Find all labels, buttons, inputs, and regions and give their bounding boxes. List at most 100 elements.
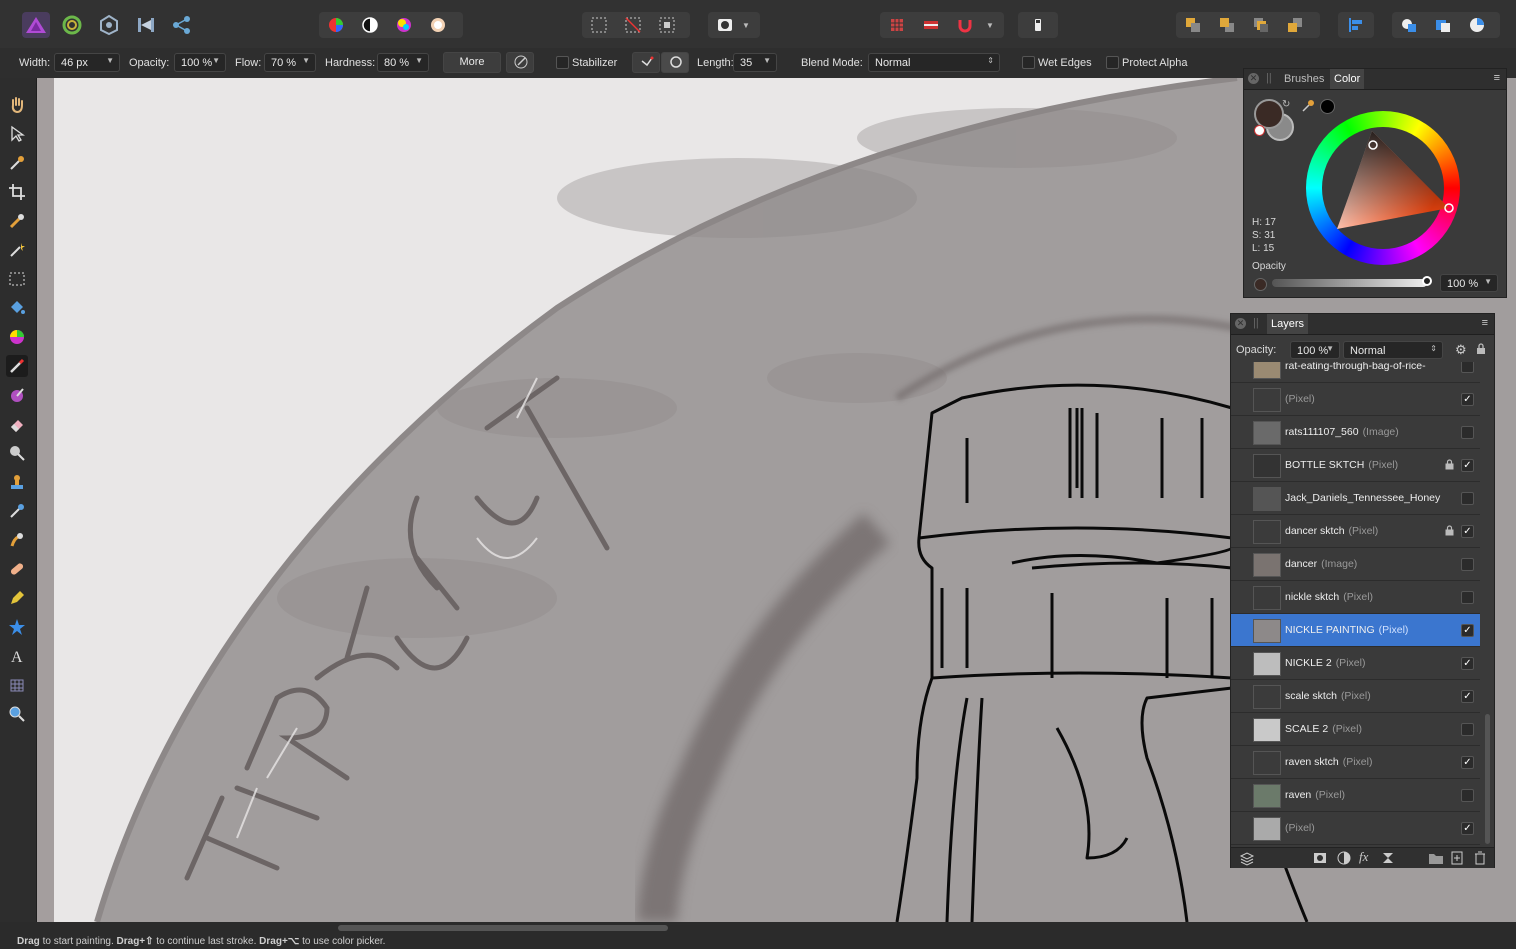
no-color-icon[interactable] <box>1254 125 1265 136</box>
gradient-tool[interactable] <box>6 326 28 348</box>
visibility-checkbox[interactable]: ✓ <box>1461 690 1474 703</box>
layer-row[interactable]: scale sktch (Pixel) ✓ <box>1231 680 1480 713</box>
blend-mode-select[interactable]: Normal ⇕ <box>868 53 1000 72</box>
export-persona-button[interactable] <box>168 12 196 38</box>
color-picker-tool[interactable] <box>6 152 28 174</box>
scrollbar-thumb[interactable] <box>338 925 668 931</box>
move-front-one-button[interactable] <box>1244 12 1278 38</box>
brush-options-button[interactable] <box>506 52 534 73</box>
gear-icon[interactable]: ⚙ <box>1455 342 1467 358</box>
tab-brushes[interactable]: Brushes <box>1284 73 1324 85</box>
width-field[interactable]: 46 px ▼ <box>54 53 120 72</box>
contrast-button[interactable] <box>353 12 387 38</box>
grip-icon[interactable]: || <box>1253 317 1259 329</box>
layer-row[interactable]: SCALE 2 (Pixel) <box>1231 713 1480 746</box>
wet-edges-checkbox[interactable] <box>1022 56 1035 69</box>
quick-mask-group[interactable]: ▼ <box>708 12 760 38</box>
visibility-checkbox[interactable] <box>1461 723 1474 736</box>
liquify-persona-button[interactable] <box>58 12 86 38</box>
layers-stack-icon[interactable] <box>1239 850 1255 869</box>
visibility-checkbox[interactable] <box>1461 492 1474 505</box>
grip-icon[interactable]: || <box>1266 72 1272 84</box>
deselect-button[interactable] <box>616 12 650 38</box>
healing-tool[interactable] <box>6 558 28 580</box>
align-button[interactable] <box>1338 12 1374 38</box>
color-triangle[interactable] <box>1306 111 1460 265</box>
move-to-back-button[interactable] <box>1210 12 1244 38</box>
layer-row[interactable]: raven (Pixel) <box>1231 779 1480 812</box>
protect-alpha-checkbox[interactable] <box>1106 56 1119 69</box>
flood-select-tool[interactable] <box>6 239 28 261</box>
rope-mode-button[interactable] <box>632 52 660 73</box>
color-wheel[interactable] <box>1306 111 1460 265</box>
visibility-checkbox[interactable]: ✓ <box>1461 624 1474 637</box>
layer-row[interactable]: (Pixel) ✓ <box>1231 812 1480 845</box>
visibility-checkbox[interactable] <box>1461 362 1474 373</box>
layer-row[interactable]: dancer sktch (Pixel) ✓ <box>1231 515 1480 548</box>
layer-blend-select[interactable]: Normal ⇕ <box>1343 341 1443 359</box>
chevron-down-icon[interactable]: ▼ <box>982 21 994 30</box>
chevron-down-icon[interactable]: ▼ <box>742 21 750 30</box>
opacity-slider[interactable] <box>1272 276 1432 287</box>
layer-row[interactable]: Jack_Daniels_Tennessee_Honey <box>1231 482 1480 515</box>
paint-brush-tool[interactable] <box>6 355 28 377</box>
color-replacement-tool[interactable] <box>6 384 28 406</box>
lock-icon[interactable] <box>1445 525 1454 539</box>
adjustment-layer-icon[interactable] <box>1337 851 1351 868</box>
visibility-checkbox[interactable]: ✓ <box>1461 393 1474 406</box>
length-field[interactable]: 35 ▼ <box>733 53 777 72</box>
add-button[interactable] <box>1392 12 1426 38</box>
visibility-checkbox[interactable] <box>1461 426 1474 439</box>
visibility-checkbox[interactable]: ✓ <box>1461 822 1474 835</box>
clone-tool[interactable] <box>6 471 28 493</box>
move-to-front-button[interactable] <box>1278 12 1312 38</box>
tone-mapping-persona-button[interactable] <box>132 12 160 38</box>
horizontal-scrollbar[interactable] <box>37 922 1516 934</box>
shape-tool[interactable] <box>6 616 28 638</box>
intersect-button[interactable] <box>1460 12 1494 38</box>
visibility-checkbox[interactable]: ✓ <box>1461 525 1474 538</box>
panel-menu-icon[interactable]: ≡ <box>1494 72 1500 84</box>
erase-tool[interactable] <box>6 413 28 435</box>
tab-layers[interactable]: Layers <box>1267 314 1309 334</box>
flow-field[interactable]: 70 % ▼ <box>264 53 316 72</box>
visibility-checkbox[interactable]: ✓ <box>1461 459 1474 472</box>
lock-icon[interactable] <box>1476 343 1486 358</box>
close-icon[interactable]: ✕ <box>1248 73 1259 84</box>
visibility-checkbox[interactable] <box>1461 591 1474 604</box>
layer-row[interactable]: BOTTLE SKTCH (Pixel) ✓ <box>1231 449 1480 482</box>
move-back-one-button[interactable] <box>1176 12 1210 38</box>
smudge-tool[interactable] <box>6 529 28 551</box>
subtract-button[interactable] <box>1426 12 1460 38</box>
lock-icon[interactable] <box>1445 459 1454 473</box>
more-button[interactable]: More <box>443 52 501 73</box>
crop-tool[interactable] <box>6 181 28 203</box>
pen-tool[interactable] <box>6 587 28 609</box>
view-tool[interactable] <box>6 94 28 116</box>
tab-color[interactable]: Color <box>1330 69 1365 89</box>
live-filter-icon[interactable] <box>1381 851 1395 868</box>
grid-button[interactable] <box>880 12 914 38</box>
text-tool[interactable]: A <box>6 645 28 667</box>
assistant-button[interactable] <box>1018 12 1058 38</box>
hsl-button[interactable] <box>387 12 421 38</box>
opacity-slider-handle[interactable] <box>1422 276 1432 286</box>
opacity-field[interactable]: 100 % ▼ <box>1440 274 1498 292</box>
photo-persona-button[interactable] <box>22 12 50 38</box>
swap-colors-icon[interactable]: ↻ <box>1282 99 1290 110</box>
stabilizer-checkbox[interactable] <box>556 56 569 69</box>
opacity-field[interactable]: 100 % ▼ <box>174 53 226 72</box>
panel-menu-icon[interactable]: ≡ <box>1482 317 1488 329</box>
snapping-button[interactable] <box>948 12 982 38</box>
fill-tool[interactable] <box>6 297 28 319</box>
invert-selection-button[interactable] <box>650 12 684 38</box>
hardness-field[interactable]: 80 % ▼ <box>377 53 429 72</box>
add-layer-icon[interactable] <box>1450 851 1464 868</box>
layer-opacity-field[interactable]: 100 % ▼ <box>1290 341 1340 359</box>
layer-row[interactable]: (Pixel) ✓ <box>1231 383 1480 416</box>
layer-row[interactable]: NICKLE PAINTING (Pixel) ✓ <box>1231 614 1480 647</box>
dodge-tool[interactable] <box>6 442 28 464</box>
marquee-tool[interactable] <box>6 268 28 290</box>
layer-row[interactable]: rat-eating-through-bag-of-rice- <box>1231 362 1480 383</box>
fx-icon[interactable]: fx <box>1359 849 1368 865</box>
